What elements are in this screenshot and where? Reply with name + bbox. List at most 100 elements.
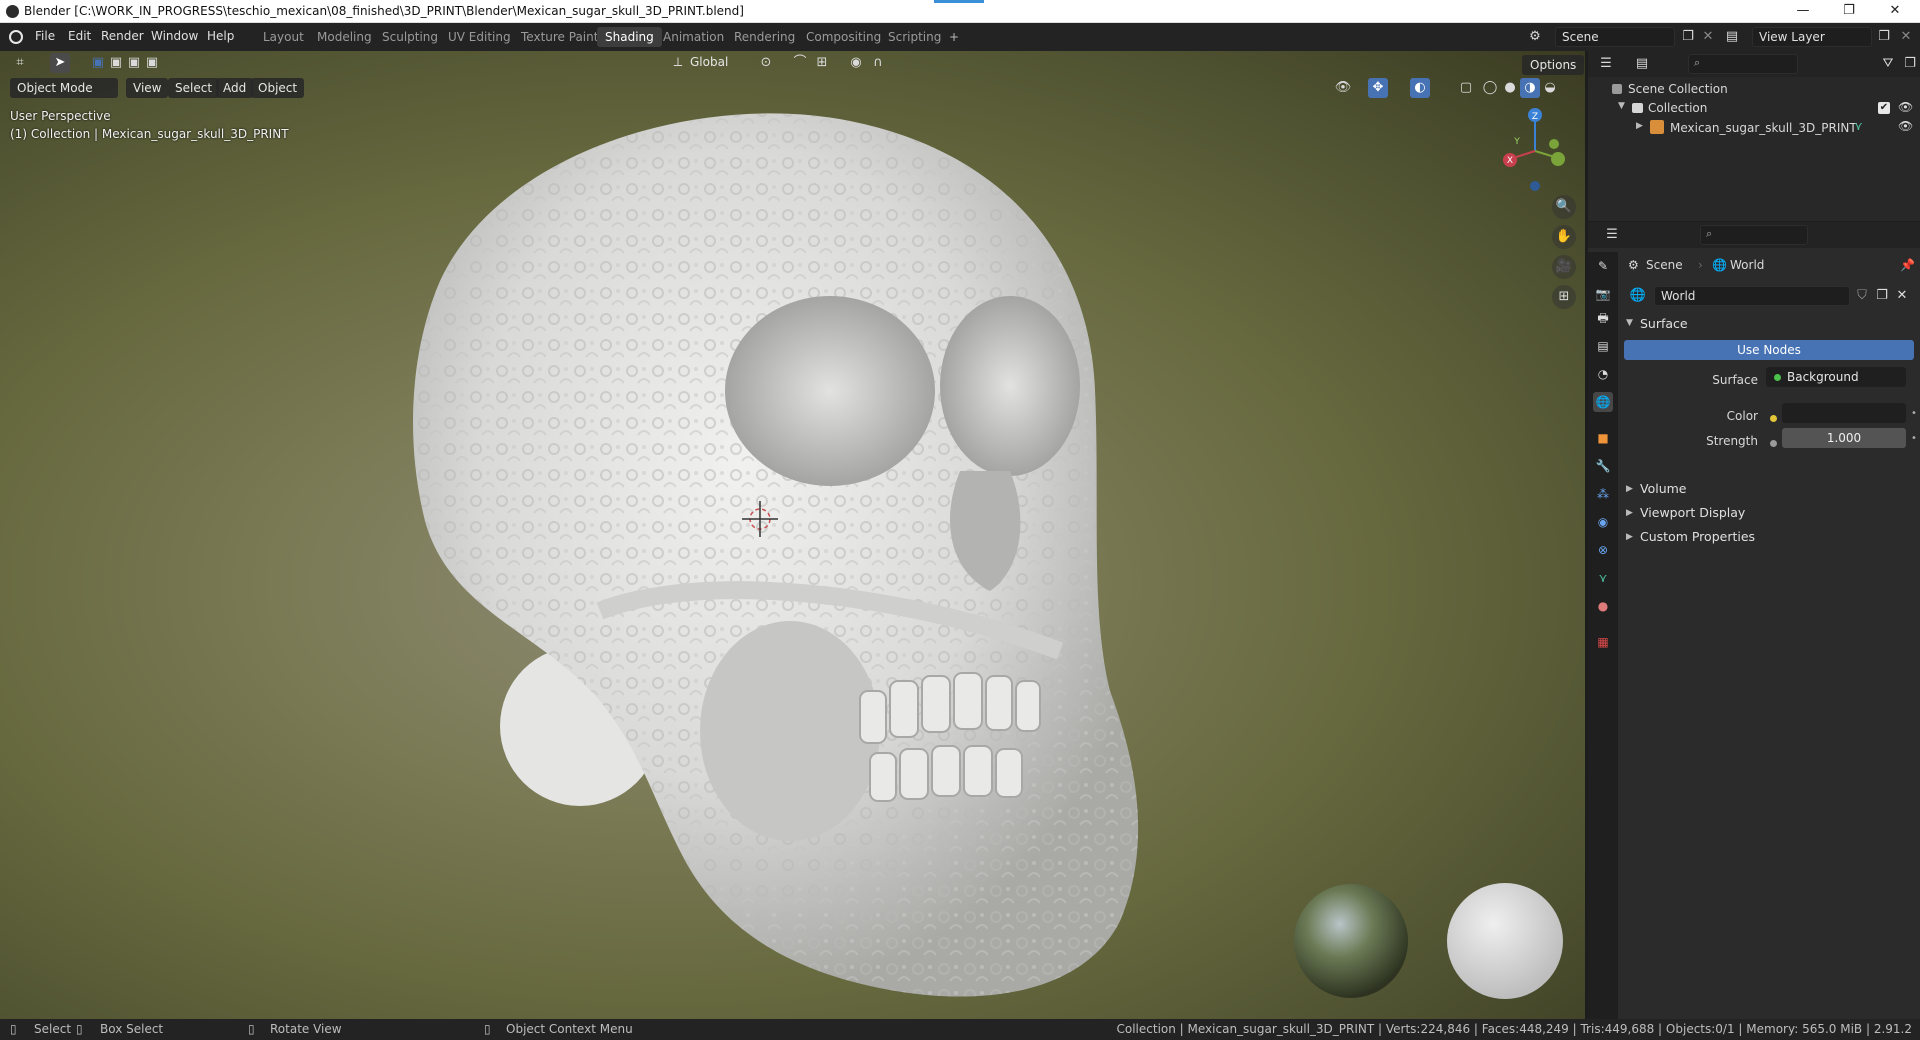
- collection-checkbox[interactable]: ✔: [1878, 102, 1890, 114]
- camera-view-icon[interactable]: 🎥: [1552, 255, 1576, 279]
- new-view-layer-icon[interactable]: ❐: [1874, 27, 1894, 47]
- particles-tab-icon[interactable]: ⁂: [1593, 484, 1613, 504]
- world-name-field[interactable]: World: [1654, 286, 1850, 306]
- outliner-display-mode-icon[interactable]: ▤: [1632, 54, 1652, 74]
- menu-file[interactable]: File: [35, 29, 55, 43]
- restore-button[interactable]: ❐: [1826, 0, 1872, 23]
- view-layer-tab-icon[interactable]: ▤: [1593, 336, 1613, 356]
- tab-shading[interactable]: Shading: [597, 27, 662, 47]
- world-browse-icon[interactable]: 🌐: [1628, 286, 1648, 306]
- collection-visibility-icon[interactable]: 👁: [1898, 100, 1913, 114]
- view-layer-field[interactable]: View Layer: [1752, 27, 1872, 47]
- tab-rendering[interactable]: Rendering: [726, 27, 803, 47]
- navigation-gizmo[interactable]: Z X Y: [1490, 106, 1580, 196]
- viewport-display-expand-arrow-icon[interactable]: ▶: [1626, 508, 1633, 518]
- outliner-filter-icon[interactable]: ⛛: [1878, 54, 1898, 74]
- object-visibility-icon[interactable]: 👁: [1898, 119, 1913, 133]
- remove-scene-icon[interactable]: ✕: [1698, 27, 1718, 47]
- tab-modeling[interactable]: Modeling: [309, 27, 380, 47]
- 3d-viewport[interactable]: ⌗ ➤ ▣ ▣ ▣ ▣ ⟂ Global ⊙ ⌒ ⊞ ◉ ∩ Options O…: [0, 51, 1585, 1019]
- scene-tab-icon[interactable]: ◔: [1593, 364, 1613, 384]
- strength-label: Strength: [1706, 434, 1758, 448]
- texture-tab-icon[interactable]: ▦: [1593, 632, 1613, 652]
- outliner-object[interactable]: Mexican_sugar_skull_3D_PRINT: [1670, 121, 1857, 135]
- render-tab-icon[interactable]: 📷: [1593, 284, 1613, 304]
- breadcrumb-separator: ›: [1698, 258, 1703, 272]
- collapse-arrow-icon[interactable]: ▼: [1618, 101, 1625, 111]
- tab-animation[interactable]: Animation: [655, 27, 732, 47]
- gizmo-y-label: Y: [1513, 137, 1520, 147]
- viewport-display-panel-header[interactable]: Viewport Display: [1640, 505, 1745, 520]
- material-tab-icon[interactable]: ●: [1593, 596, 1613, 616]
- properties-tab-bar: ✎ 📷 🖶 ▤ ◔ 🌐 ■ 🔧 ⁂ ◉ ⊗ ⋎ ● ▦: [1588, 252, 1618, 1019]
- view-layer-icon[interactable]: ▤: [1722, 27, 1742, 47]
- color-socket-icon[interactable]: [1770, 415, 1777, 422]
- tab-scripting[interactable]: Scripting: [880, 27, 949, 47]
- strength-socket-icon[interactable]: [1770, 440, 1777, 447]
- tab-sculpting[interactable]: Sculpting: [374, 27, 446, 47]
- menu-help[interactable]: Help: [207, 29, 234, 43]
- mesh-data-tab-icon[interactable]: ⋎: [1593, 568, 1613, 588]
- surface-shader-select[interactable]: Background: [1766, 367, 1906, 387]
- outliner-editor-type-icon[interactable]: ☰: [1596, 54, 1616, 74]
- duplicate-world-icon[interactable]: ❐: [1872, 286, 1892, 306]
- constraints-tab-icon[interactable]: ⊗: [1593, 540, 1613, 560]
- scene-selector-icon[interactable]: ⚙: [1525, 27, 1545, 47]
- fake-user-icon[interactable]: ⛉: [1852, 286, 1872, 306]
- world-tab-icon[interactable]: 🌐: [1593, 392, 1613, 412]
- minimize-button[interactable]: —: [1780, 0, 1826, 23]
- tab-uv-editing[interactable]: UV Editing: [440, 27, 519, 47]
- physics-tab-icon[interactable]: ◉: [1593, 512, 1613, 532]
- output-tab-icon[interactable]: 🖶: [1593, 308, 1613, 328]
- gizmo-x-label: X: [1507, 156, 1513, 166]
- menu-window[interactable]: Window: [151, 29, 198, 43]
- color-keyframe-icon[interactable]: •: [1911, 408, 1917, 419]
- outliner-new-collection-icon[interactable]: ❐: [1900, 54, 1920, 74]
- new-scene-icon[interactable]: ❐: [1678, 27, 1698, 47]
- pin-icon[interactable]: 📌: [1900, 258, 1915, 272]
- gizmo-z-label: Z: [1532, 112, 1538, 122]
- tool-tab-icon[interactable]: ✎: [1593, 256, 1613, 276]
- surface-label: Surface: [1712, 373, 1758, 387]
- outliner-panel: ☰ ▤ ⌕ ⛛ ❐ Scene Collection ▼ Collection …: [1588, 51, 1920, 221]
- toggle-perspective-icon[interactable]: ⊞: [1552, 285, 1576, 309]
- surface-panel-header[interactable]: Surface: [1640, 316, 1688, 331]
- modifiers-tab-icon[interactable]: 🔧: [1593, 456, 1613, 476]
- tab-compositing[interactable]: Compositing: [798, 27, 889, 47]
- surface-collapse-arrow-icon[interactable]: ▼: [1626, 318, 1633, 328]
- use-nodes-button[interactable]: Use Nodes: [1624, 340, 1914, 360]
- search-icon: ⌕: [1694, 56, 1701, 69]
- strength-keyframe-icon[interactable]: •: [1911, 433, 1917, 444]
- zoom-view-icon[interactable]: 🔍: [1552, 195, 1576, 219]
- add-workspace-button[interactable]: +: [941, 27, 967, 47]
- properties-editor-type-icon[interactable]: ☰: [1602, 225, 1622, 245]
- taskbar-accent: [934, 0, 984, 3]
- unlink-world-icon[interactable]: ✕: [1892, 286, 1912, 306]
- menu-edit[interactable]: Edit: [68, 29, 91, 43]
- properties-search-input[interactable]: [1700, 225, 1808, 245]
- scene-name-field[interactable]: Scene: [1555, 27, 1675, 47]
- volume-expand-arrow-icon[interactable]: ▶: [1626, 484, 1633, 494]
- custom-properties-expand-arrow-icon[interactable]: ▶: [1626, 532, 1633, 542]
- close-button[interactable]: ✕: [1872, 0, 1918, 23]
- outliner-scene-collection[interactable]: Scene Collection: [1628, 82, 1728, 96]
- shader-socket-icon: [1774, 374, 1781, 381]
- color-swatch[interactable]: [1782, 403, 1906, 423]
- tab-layout[interactable]: Layout: [255, 27, 312, 47]
- custom-properties-panel-header[interactable]: Custom Properties: [1640, 529, 1755, 544]
- outliner-collection[interactable]: Collection: [1648, 101, 1707, 115]
- mouse-right-icon: ▯: [484, 1022, 491, 1036]
- expand-arrow-icon[interactable]: ▶: [1636, 121, 1643, 131]
- menu-render[interactable]: Render: [101, 29, 144, 43]
- blender-menu-icon[interactable]: [9, 30, 23, 44]
- volume-panel-header[interactable]: Volume: [1640, 481, 1687, 496]
- outliner-search-input[interactable]: [1688, 54, 1798, 74]
- remove-view-layer-icon[interactable]: ✕: [1896, 27, 1916, 47]
- pan-view-icon[interactable]: ✋: [1552, 225, 1576, 249]
- strength-field[interactable]: 1.000: [1782, 428, 1906, 448]
- world-breadcrumb-icon: 🌐: [1712, 258, 1727, 272]
- mesh-data-icon[interactable]: ⋎: [1854, 119, 1863, 133]
- skull-model[interactable]: [0, 51, 1585, 1019]
- tab-texture-paint[interactable]: Texture Paint: [513, 27, 606, 47]
- object-tab-icon[interactable]: ■: [1593, 428, 1613, 448]
